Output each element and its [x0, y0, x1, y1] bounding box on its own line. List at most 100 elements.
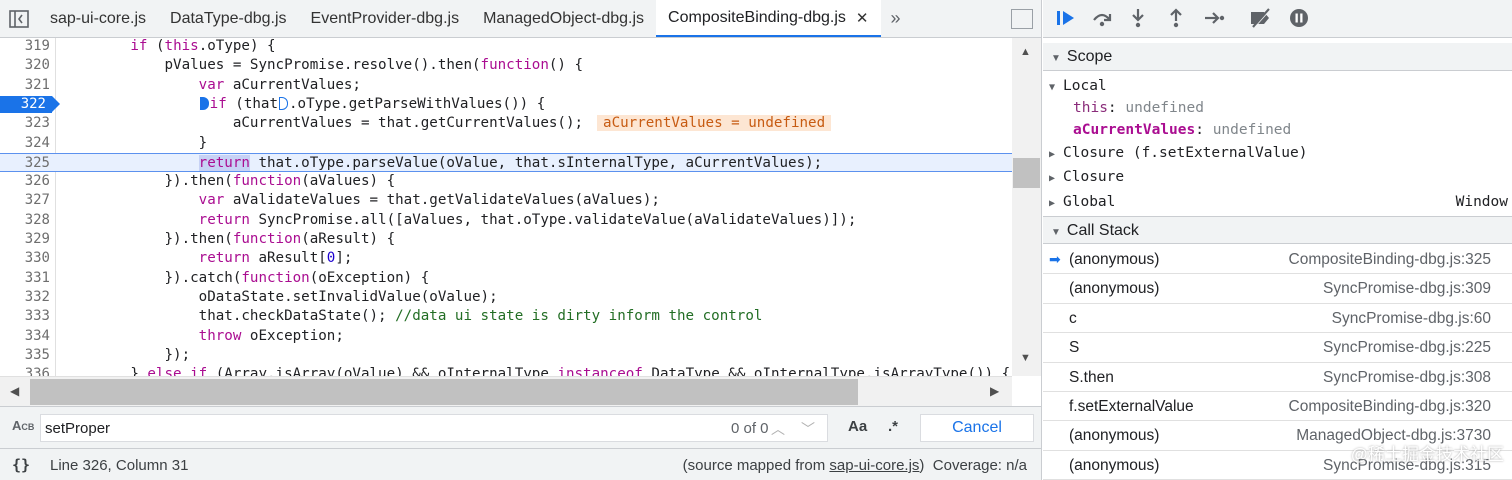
code-text: var aValidateValues = that.getValidateVa… — [198, 192, 660, 209]
frame-location-link[interactable]: SyncPromise-dbg.js:60 — [1332, 304, 1491, 333]
line-number[interactable]: 327 — [0, 191, 50, 210]
close-tab-icon[interactable]: ✕ — [856, 9, 869, 27]
line-number[interactable]: 331 — [0, 269, 50, 288]
next-match-icon[interactable]: ﹀ — [801, 419, 815, 439]
regex-button[interactable]: .* — [888, 418, 898, 435]
code-line[interactable]: 322 if (that .oType.getParseWithValues())… — [0, 95, 1012, 114]
code-line[interactable]: 327 var aValidateValues = that.getValida… — [0, 191, 1012, 210]
line-number[interactable]: 336 — [0, 365, 50, 376]
line-number[interactable]: 324 — [0, 134, 50, 153]
horizontal-scrollbar[interactable]: ◀ ▶ — [0, 376, 1012, 406]
resume-button[interactable] — [1055, 8, 1077, 33]
scope-closure[interactable]: ▶ Closure — [1043, 165, 1512, 189]
line-number[interactable]: 333 — [0, 307, 50, 326]
vertical-scroll-thumb[interactable] — [1013, 158, 1040, 188]
toggle-debugger-sidebar-icon[interactable] — [1011, 9, 1033, 29]
line-number[interactable]: 319 — [0, 38, 50, 56]
scroll-up-icon[interactable]: ▲ — [1020, 46, 1031, 58]
tab-managedobject-dbg[interactable]: ManagedObject-dbg.js — [471, 0, 656, 37]
line-number[interactable]: 329 — [0, 230, 50, 249]
tab-datatype-dbg[interactable]: DataType-dbg.js — [158, 0, 299, 37]
code-line[interactable]: 328 return SyncPromise.all([aValues, tha… — [0, 211, 1012, 230]
frame-function-name: S — [1069, 339, 1080, 357]
code-text: }).catch(function(oException) { — [62, 269, 430, 286]
call-stack-section-header[interactable]: ▼ Call Stack — [1043, 216, 1512, 244]
code-line[interactable]: 336 } else if (Array.isArray(oValue) && … — [0, 365, 1012, 376]
tab-compositebinding-dbg[interactable]: CompositeBinding-dbg.js ✕ — [656, 0, 881, 37]
tab-label: CompositeBinding-dbg.js — [668, 8, 846, 26]
breakpoint-marker[interactable]: 322 — [0, 95, 60, 113]
frame-location-link[interactable]: CompositeBinding-dbg.js:320 — [1289, 392, 1491, 421]
tab-eventprovider-dbg[interactable]: EventProvider-dbg.js — [299, 0, 472, 37]
deactivate-breakpoints-button[interactable] — [1249, 8, 1273, 33]
scope-var-this[interactable]: this: undefined — [1043, 96, 1512, 120]
line-number[interactable]: 334 — [0, 327, 50, 346]
call-stack-frame[interactable]: (anonymous) SyncPromise-dbg.js:309 — [1043, 274, 1512, 304]
code-line[interactable]: 321 var aCurrentValues; — [0, 76, 1012, 95]
debugger-toolbar — [1043, 0, 1512, 38]
line-number[interactable]: 335 — [0, 346, 50, 365]
code-line[interactable]: 320 pValues = SyncPromise.resolve().then… — [0, 56, 1012, 75]
scope-closure-setexternalvalue[interactable]: ▶ Closure (f.setExternalValue) — [1043, 141, 1512, 165]
line-number[interactable]: 321 — [0, 76, 50, 95]
line-number[interactable]: 326 — [0, 172, 50, 191]
frame-location-link[interactable]: SyncPromise-dbg.js:309 — [1323, 274, 1491, 303]
code-line[interactable]: 329 }).then(function(aResult) { — [0, 230, 1012, 249]
call-stack-frame[interactable]: S SyncPromise-dbg.js:225 — [1043, 333, 1512, 363]
line-number[interactable]: 328 — [0, 211, 50, 230]
replace-toggle-icon[interactable]: ACB — [12, 418, 34, 433]
code-line[interactable]: 331 }).catch(function(oException) { — [0, 269, 1012, 288]
more-tabs-button[interactable]: » — [881, 0, 911, 37]
scope-local[interactable]: ▼ Local — [1043, 74, 1512, 98]
code-line[interactable]: 330 return aResult[0]; — [0, 249, 1012, 268]
cancel-search-button[interactable]: Cancel — [920, 414, 1034, 442]
scope-global[interactable]: ▶ Global Window — [1043, 190, 1512, 214]
line-number[interactable]: 320 — [0, 56, 50, 75]
scope-var-acurrentvalues[interactable]: aCurrentValues: undefined — [1043, 118, 1512, 142]
source-map-link[interactable]: sap-ui-core.js — [829, 457, 919, 474]
pretty-print-icon[interactable]: {} — [12, 456, 30, 474]
step-into-icon — [1132, 9, 1144, 28]
code-line[interactable]: 319 if (this.oType) { — [0, 38, 1012, 56]
line-number[interactable]: 325 — [0, 154, 50, 173]
step-out-button[interactable] — [1167, 8, 1185, 33]
vertical-scrollbar[interactable]: ▲ ▼ — [1012, 38, 1041, 376]
code-line[interactable]: 335 }); — [0, 346, 1012, 365]
line-number[interactable]: 323 — [0, 114, 50, 133]
code-text: } else if (Array.isArray(oValue) && oInt… — [62, 366, 1011, 376]
line-number[interactable]: 330 — [0, 249, 50, 268]
frame-location-link[interactable]: SyncPromise-dbg.js:225 — [1323, 333, 1491, 362]
match-case-button[interactable]: Aa — [848, 418, 867, 435]
step-button[interactable] — [1203, 8, 1225, 33]
code-line[interactable]: 323 aCurrentValues = that.getCurrentValu… — [0, 114, 1012, 133]
pause-on-exceptions-button[interactable] — [1289, 8, 1309, 33]
line-number[interactable]: 332 — [0, 288, 50, 307]
tab-sap-ui-core[interactable]: sap-ui-core.js — [38, 0, 158, 37]
code-line[interactable]: 332 oDataState.setInvalidValue(oValue); — [0, 288, 1012, 307]
toggle-navigator-button[interactable] — [0, 0, 38, 37]
code-editor[interactable]: 319 if (this.oType) {320 pValues = SyncP… — [0, 38, 1012, 376]
code-line[interactable]: 325 return that.oType.parseValue(oValue,… — [0, 152, 1012, 173]
frame-location-link[interactable]: SyncPromise-dbg.js:308 — [1323, 363, 1491, 392]
scroll-left-icon[interactable]: ◀ — [10, 384, 19, 398]
call-stack-frame[interactable]: S.then SyncPromise-dbg.js:308 — [1043, 363, 1512, 392]
scope-section-header[interactable]: ▼ Scope — [1043, 43, 1512, 71]
call-stack-frame[interactable]: ➡ (anonymous) CompositeBinding-dbg.js:325 — [1043, 245, 1512, 275]
step-over-button[interactable] — [1091, 8, 1113, 33]
frame-function-name: S.then — [1069, 368, 1114, 386]
previous-match-icon[interactable]: ︿ — [771, 419, 785, 439]
code-line[interactable]: 333 that.checkDataState(); //data ui sta… — [0, 307, 1012, 326]
scroll-right-icon[interactable]: ▶ — [990, 384, 999, 398]
scroll-down-icon[interactable]: ▼ — [1020, 352, 1031, 364]
code-line[interactable]: 324 } — [0, 134, 1012, 153]
step-into-button[interactable] — [1129, 8, 1147, 33]
call-stack-frame[interactable]: f.setExternalValue CompositeBinding-dbg.j… — [1043, 392, 1512, 422]
frame-function-name: (anonymous) — [1069, 456, 1160, 474]
step-icon — [1205, 12, 1225, 24]
call-stack-frame[interactable]: c SyncPromise-dbg.js:60 — [1043, 304, 1512, 334]
horizontal-scroll-thumb[interactable] — [30, 379, 858, 405]
code-line[interactable]: 334 throw oException; — [0, 327, 1012, 346]
search-input[interactable] — [45, 415, 645, 441]
frame-location-link[interactable]: CompositeBinding-dbg.js:325 — [1289, 245, 1491, 274]
code-line[interactable]: 326 }).then(function(aValues) { — [0, 172, 1012, 191]
